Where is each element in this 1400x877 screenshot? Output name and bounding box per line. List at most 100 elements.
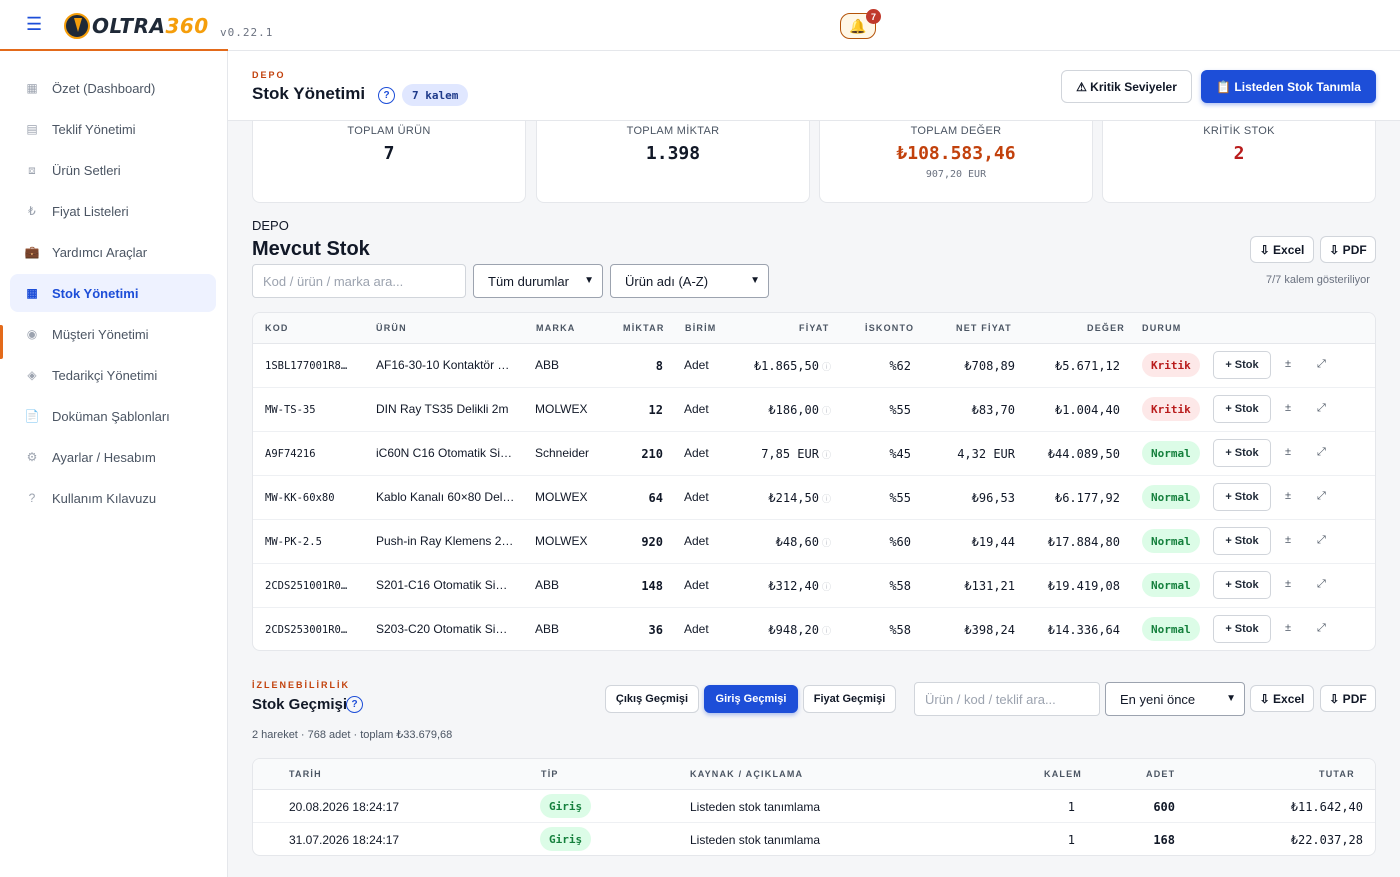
expand-icon[interactable]: ⤢ [1317,402,1326,415]
cell-value: ₺17.884,80 [1047,535,1120,549]
table-row: 2CDS251001R0… S201-C16 Otomatik Si… ABB 148… [253,564,1375,608]
tab-entry-history[interactable]: Giriş Geçmişi [704,685,798,713]
add-stock-button[interactable]: + Stok [1213,527,1271,555]
cell-code: MW-TS-35 [265,404,316,416]
history-excel-button[interactable]: ⇩ Excel [1250,685,1314,712]
add-stock-button[interactable]: + Stok [1213,571,1271,599]
col-header: MİKTAR [623,323,665,333]
adjust-icon[interactable]: ± [1285,402,1291,414]
top-bar: ☰ OLTRA360 v0.22.1 🔔 7 [0,0,1400,51]
add-stock-button[interactable]: + Stok [1213,395,1271,423]
history-search-input[interactable]: Ürün / kod / teklif ara... [914,682,1100,716]
adjust-icon[interactable]: ± [1285,446,1291,458]
sort-select[interactable]: Ürün adı (A-Z) ▼ [610,264,769,298]
sidebar-item[interactable]: ▤ Teklif Yönetimi [10,110,216,148]
adjust-icon[interactable]: ± [1285,534,1291,546]
tab-exit-history[interactable]: Çıkış Geçmişi [605,685,699,713]
critical-levels-button[interactable]: ⚠ Kritik Seviyeler [1061,70,1192,103]
stat-card-total-products: TOPLAM ÜRÜN 7 [252,121,526,203]
col-header: MARKA [536,323,576,333]
sidebar-item[interactable]: ⚙ Ayarlar / Hesabım [10,438,216,476]
sidebar-item-label: Doküman Şablonları [52,408,170,424]
stock-table: KOD ÜRÜN MARKA MİKTAR BİRİM FİYAT İSKONT… [252,312,1376,651]
excel-export-button[interactable]: ⇩ Excel [1250,236,1314,263]
expand-icon[interactable]: ⤢ [1317,358,1326,371]
history-sort-value: En yeni önce [1120,691,1196,707]
sidebar-item[interactable]: ▦ Stok Yönetimi [10,274,216,312]
help-icon[interactable]: ? [346,696,363,713]
briefcase-icon: 💼 [24,245,40,259]
stat-value: 2 [1233,143,1245,164]
add-stock-button[interactable]: + Stok [1213,615,1271,643]
status-badge: Normal [1142,573,1200,597]
cell-qty: 36 [648,623,663,637]
cell-date: 31.07.2026 18:24:17 [289,833,400,847]
cell-unit: Adet [684,358,709,372]
app-version: v0.22.1 [220,26,274,39]
menu-icon[interactable]: ☰ [26,15,42,33]
adjust-icon[interactable]: ± [1285,358,1291,370]
add-stock-button[interactable]: + Stok [1213,483,1271,511]
tab-price-history[interactable]: Fiyat Geçmişi [803,685,896,713]
sidebar-item[interactable]: ▦ Özet (Dashboard) [10,69,216,107]
expand-icon[interactable]: ⤢ [1317,446,1326,459]
cell-value: ₺5.671,12 [1054,359,1120,373]
sidebar-item[interactable]: ⧈ Ürün Setleri [10,151,216,189]
cell-net-price: ₺398,24 [964,623,1015,637]
expand-icon[interactable]: ⤢ [1317,490,1326,503]
adjust-icon[interactable]: ± [1285,490,1291,502]
cell-net-price: ₺19,44 [971,535,1015,549]
logo[interactable]: OLTRA360 [64,12,209,40]
cell-qty: 8 [655,359,663,373]
add-stock-button[interactable]: + Stok [1213,351,1271,379]
expand-icon[interactable]: ⤢ [1317,622,1326,635]
expand-icon[interactable]: ⤢ [1317,534,1326,547]
col-header: DURUM [1142,323,1182,333]
cell-net-price: ₺708,89 [964,359,1015,373]
adjust-icon[interactable]: ± [1285,622,1291,634]
col-header: DEĞER [1087,323,1126,333]
cell-brand: MOLWEX [535,534,588,548]
pdf-export-button[interactable]: ⇩ PDF [1320,236,1376,263]
history-summary: 2 hareket · 768 adet · toplam ₺33.679,68 [252,729,453,741]
cell-qty: 12 [648,403,663,417]
cell-price: ₺1.865,50 ⓘ [754,359,831,373]
col-header: TARİH [289,769,322,779]
adjust-icon[interactable]: ± [1285,578,1291,590]
define-stock-button[interactable]: 📋 Listeden Stok Tanımla [1201,70,1376,103]
history-pdf-button[interactable]: ⇩ PDF [1320,685,1376,712]
sidebar-item[interactable]: 📄 Doküman Şablonları [10,397,216,435]
stat-value: 7 [383,143,395,164]
sidebar-item-label: Fiyat Listeleri [52,203,129,219]
sidebar-item-label: Kullanım Kılavuzu [52,490,157,506]
sidebar-item[interactable]: 💼 Yardımcı Araçlar [10,233,216,271]
sidebar-item-label: Ürün Setleri [52,162,121,178]
dashboard-icon: ▦ [26,81,38,95]
cell-discount: %55 [889,403,911,417]
sidebar-item[interactable]: ◈ Tedarikçi Yönetimi [10,356,216,394]
cell-price: ₺186,00 ⓘ [768,403,831,417]
stat-label: TOPLAM ÜRÜN [347,125,431,137]
shown-count: 7/7 kalem gösteriliyor [1266,274,1370,286]
cell-product: Push-in Ray Klemens 2… [376,534,514,548]
lira-icon: ₺ [28,204,36,218]
sidebar-item[interactable]: ◉ Müşteri Yönetimi [10,315,216,353]
history-title: Stok Geçmişi [252,696,348,713]
price-value: ₺214,50 [768,491,819,505]
info-icon: ⓘ [821,583,831,593]
expand-icon[interactable]: ⤢ [1317,578,1326,591]
add-stock-button[interactable]: + Stok [1213,439,1271,467]
history-sort-select[interactable]: En yeni önce ▼ [1105,682,1245,716]
table-row: 20.08.2026 18:24:17 Giriş Listeden stok ta… [253,790,1375,823]
stock-search-input[interactable]: Kod / ürün / marka ara... [252,264,466,298]
status-filter-select[interactable]: Tüm durumlar ▼ [473,264,603,298]
sidebar-item-label: Özet (Dashboard) [52,80,156,96]
cell-value: ₺1.004,40 [1054,403,1120,417]
sidebar-item[interactable]: ? Kullanım Kılavuzu [10,479,216,517]
stat-value: ₺108.583,46 [896,143,1016,164]
sidebar-item-label: Yardımcı Araçlar [52,244,148,260]
help-icon[interactable]: ? [378,87,395,104]
price-value: ₺312,40 [768,579,819,593]
status-badge: Normal [1142,485,1200,509]
sidebar-item[interactable]: ₺ Fiyat Listeleri [10,192,216,230]
